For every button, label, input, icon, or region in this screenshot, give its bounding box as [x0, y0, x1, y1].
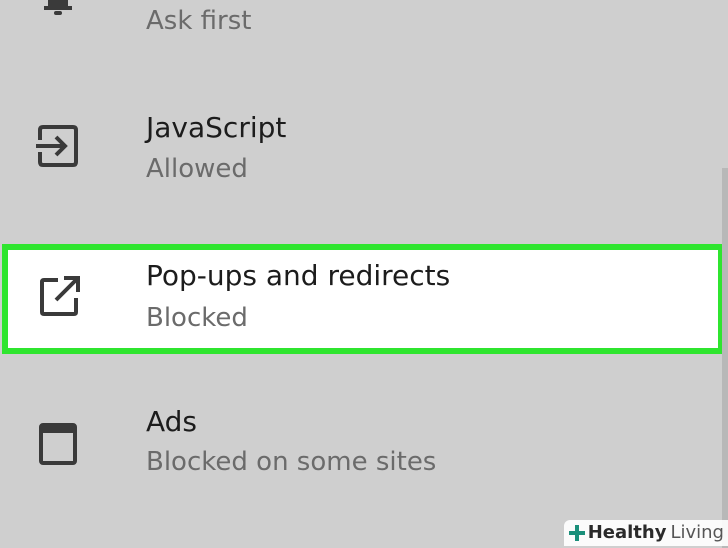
settings-row-subtitle: Ask first — [146, 6, 252, 36]
site-settings-list: Ask first JavaScript Allowed Pop-ups and… — [0, 0, 728, 548]
watermark-brand-bold: Healthy — [587, 522, 667, 543]
settings-row-popups-redirects[interactable]: Pop-ups and redirects Blocked — [2, 244, 724, 354]
bell-icon — [44, 0, 72, 15]
healthy-living-watermark: Healthy Living — [563, 520, 728, 546]
settings-row-subtitle: Allowed — [146, 154, 248, 184]
settings-row-title: JavaScript — [146, 111, 287, 144]
javascript-icon — [36, 125, 78, 167]
settings-row-javascript[interactable]: JavaScript Allowed — [0, 88, 728, 235]
settings-row-title: Ads — [146, 405, 198, 438]
settings-row-ads[interactable]: Ads Blocked on some sites — [0, 384, 728, 531]
settings-row-notifications[interactable]: Ask first — [0, 0, 728, 60]
window-icon — [39, 423, 77, 465]
scrollbar[interactable] — [722, 168, 728, 548]
plus-icon — [568, 525, 585, 541]
settings-row-title: Pop-ups and redirects — [146, 259, 451, 292]
settings-row-subtitle: Blocked on some sites — [146, 447, 437, 477]
open-in-new-icon — [40, 276, 80, 316]
watermark-brand-light: Living — [670, 522, 724, 543]
settings-row-subtitle: Blocked — [146, 303, 248, 333]
